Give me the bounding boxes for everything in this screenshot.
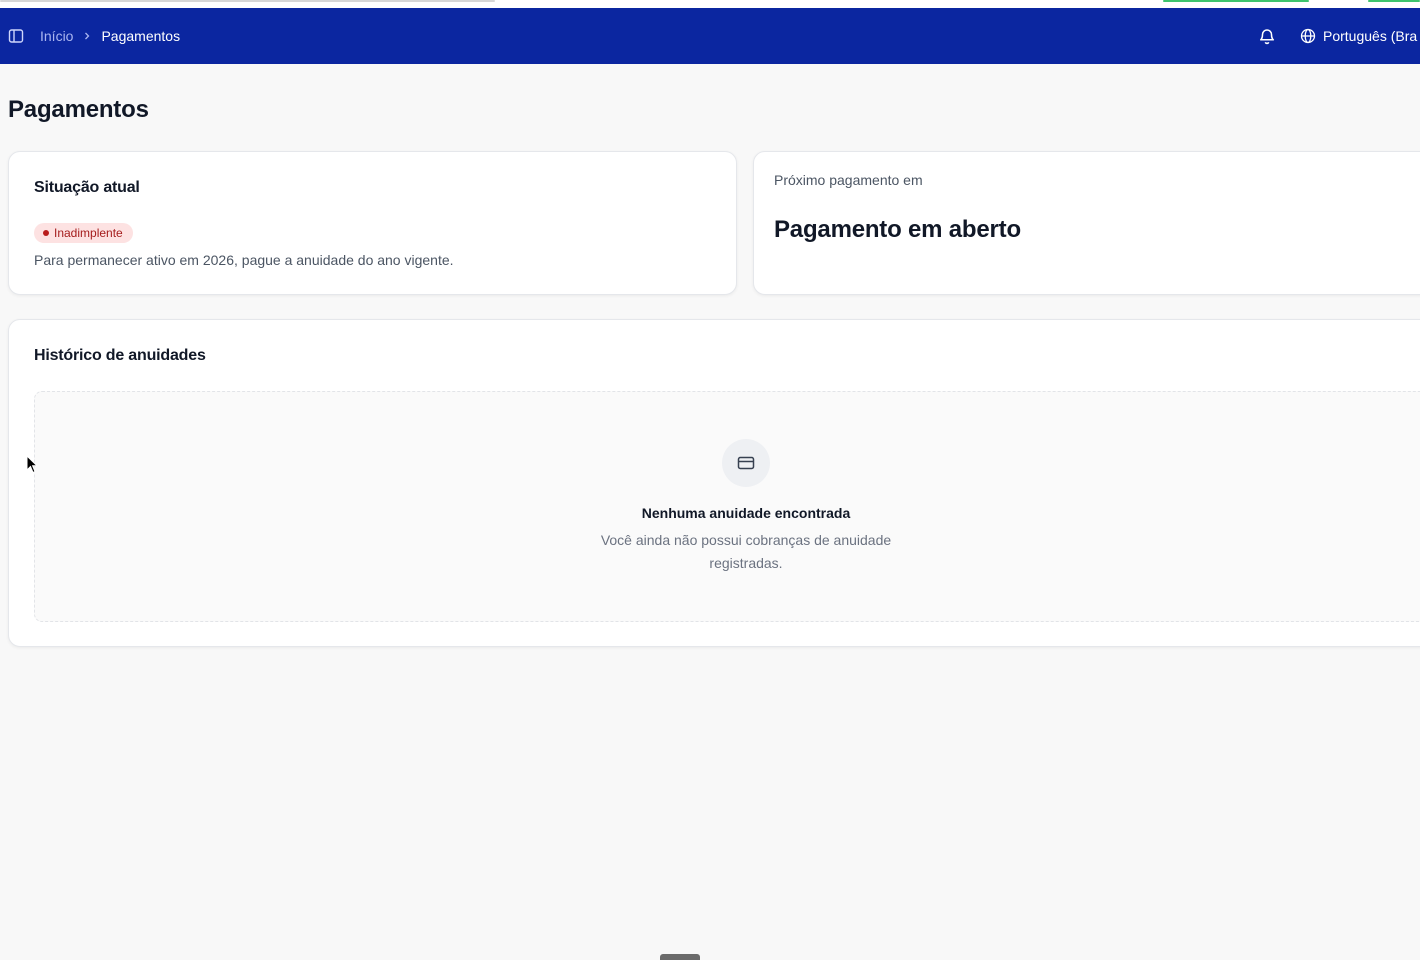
tab-indicator-line-green (1163, 0, 1309, 2)
top-navigation-bar: Início Pagamentos Português (Bra (0, 8, 1420, 64)
chevron-right-icon (81, 30, 93, 42)
browser-top-strip (0, 0, 1420, 8)
language-selector-label: Português (Bra (1323, 28, 1418, 44)
breadcrumb-current-page: Pagamentos (101, 28, 181, 44)
bell-icon (1259, 29, 1275, 45)
notifications-button[interactable] (1257, 26, 1277, 46)
credit-card-icon (722, 439, 770, 487)
status-badge: Inadimplente (34, 223, 133, 243)
mouse-pointer-icon (26, 455, 38, 474)
status-badge-label: Inadimplente (54, 226, 123, 240)
status-dot-icon (43, 230, 49, 236)
next-payment-label: Próximo pagamento em (774, 172, 923, 188)
current-status-description: Para permanecer ativo em 2026, pague a a… (34, 252, 454, 268)
annuity-history-title: Histórico de anuidades (34, 347, 206, 364)
scroll-handle[interactable] (660, 954, 700, 960)
page-title: Pagamentos (8, 96, 149, 123)
current-status-card: Situação atual Inadimplente Para permane… (8, 151, 737, 295)
sidebar-toggle-button[interactable] (7, 27, 25, 45)
tab-indicator-line-green-2 (1368, 0, 1420, 2)
globe-icon (1300, 28, 1316, 44)
sidebar-panel-icon (8, 29, 24, 43)
breadcrumb: Início Pagamentos (40, 8, 180, 64)
next-payment-value: Pagamento em aberto (774, 216, 1021, 243)
empty-state-title: Nenhuma anuidade encontrada (641, 505, 851, 521)
empty-state: Nenhuma anuidade encontrada Você ainda n… (34, 391, 1420, 622)
language-selector[interactable]: Português (Bra (1300, 8, 1417, 64)
empty-state-description: Você ainda não possui cobranças de anuid… (600, 532, 892, 571)
annuity-history-card: Histórico de anuidades Nenhuma anuidade … (8, 319, 1420, 647)
tab-indicator-line (0, 0, 495, 2)
breadcrumb-home-link[interactable]: Início (40, 28, 73, 44)
current-status-title: Situação atual (34, 179, 140, 196)
next-payment-card: Próximo pagamento em Pagamento em aberto (753, 151, 1420, 295)
